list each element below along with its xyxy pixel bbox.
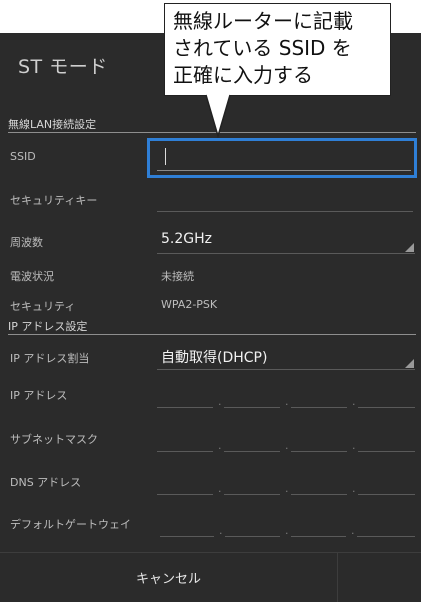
gateway-label: デフォルトゲートウェイ <box>10 518 131 531</box>
dropdown-triangle-icon <box>405 243 414 252</box>
gateway-field[interactable]: . . . <box>160 517 415 537</box>
security-key-underline <box>157 211 413 212</box>
security-key-label: セキュリティキー <box>10 194 98 207</box>
ip-assign-label: IP アドレス割当 <box>10 352 90 365</box>
frequency-select[interactable]: 5.2GHz <box>161 231 212 247</box>
callout-line-1: 無線ルーターに記載 <box>173 9 353 33</box>
dns-address-label: DNS アドレス <box>10 476 82 489</box>
dns-address-field[interactable]: . . . <box>157 475 415 495</box>
subnet-mask-field[interactable]: . . . <box>157 432 415 452</box>
section-heading-wlan: 無線LAN接続設定 <box>8 118 97 131</box>
dialog-title: ST モード <box>18 56 108 78</box>
dropdown-triangle-icon <box>405 359 414 368</box>
ssid-underline <box>157 170 411 171</box>
callout-line-2: されている SSID を <box>173 36 352 60</box>
ssid-label: SSID <box>10 150 36 163</box>
frequency-underline <box>157 253 415 254</box>
callout-pointer-arrow <box>205 94 231 138</box>
section-heading-ip: IP アドレス設定 <box>8 320 88 333</box>
section-divider-ip <box>8 334 416 335</box>
ssid-input[interactable] <box>157 145 417 171</box>
text-cursor <box>165 148 166 165</box>
ok-button[interactable] <box>338 553 421 602</box>
security-label: セキュリティ <box>10 300 76 313</box>
ip-assign-underline <box>157 369 415 370</box>
security-key-input[interactable] <box>157 190 413 210</box>
signal-value: 未接続 <box>161 270 194 283</box>
ip-address-label: IP アドレス <box>10 389 68 402</box>
security-value: WPA2-PSK <box>161 298 218 311</box>
signal-label: 電波状況 <box>10 270 54 283</box>
cancel-button[interactable]: キャンセル <box>0 553 337 602</box>
callout-line-3: 正確に入力する <box>173 63 313 87</box>
ip-address-field[interactable]: . . . <box>157 388 415 408</box>
annotation-callout: 無線ルーターに記載 されている SSID を 正確に入力する <box>164 3 391 96</box>
frequency-label: 周波数 <box>10 236 43 249</box>
ip-assign-select[interactable]: 自動取得(DHCP) <box>161 347 267 367</box>
subnet-mask-label: サブネットマスク <box>10 433 98 446</box>
